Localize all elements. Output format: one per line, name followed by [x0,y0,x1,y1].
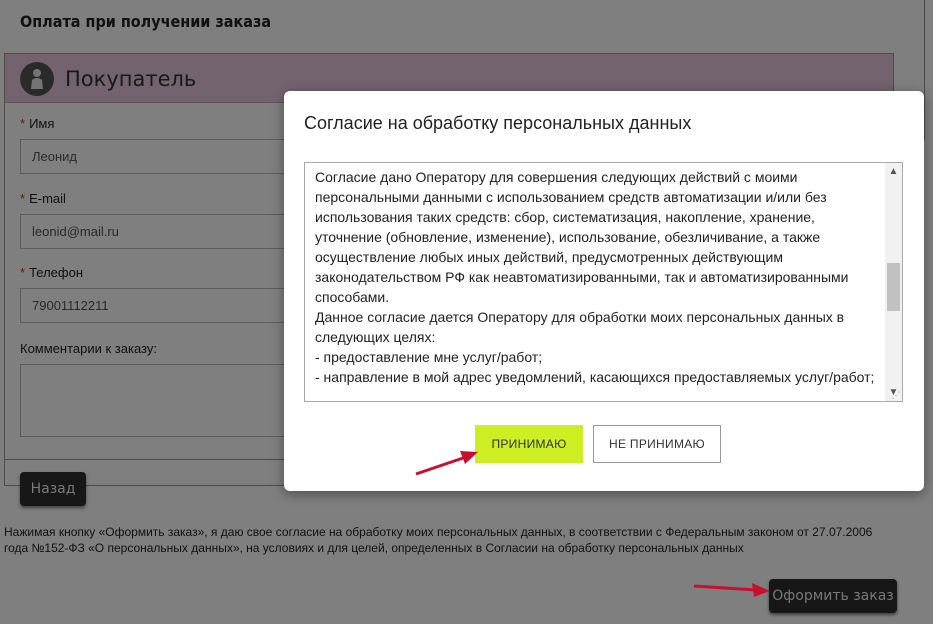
decline-button[interactable]: НЕ ПРИНИМАЮ [593,425,721,463]
scroll-up-icon[interactable]: ▲ [885,163,902,180]
arrow-icon [415,451,478,476]
scroll-thumb[interactable] [887,263,900,311]
modal-title: Согласие на обработку персональных данны… [304,113,692,133]
accept-button[interactable]: ПРИНИМАЮ [475,425,583,463]
consent-textarea[interactable]: Согласие дано Оператору для совершения с… [304,162,903,402]
consent-modal: Согласие на обработку персональных данны… [284,91,924,491]
consent-text: Согласие дано Оператору для совершения с… [315,169,875,385]
resize-grip-icon[interactable]: ⋰ [891,390,901,400]
arrow-icon [693,583,770,597]
scrollbar[interactable]: ▲ ▼ [885,163,902,401]
